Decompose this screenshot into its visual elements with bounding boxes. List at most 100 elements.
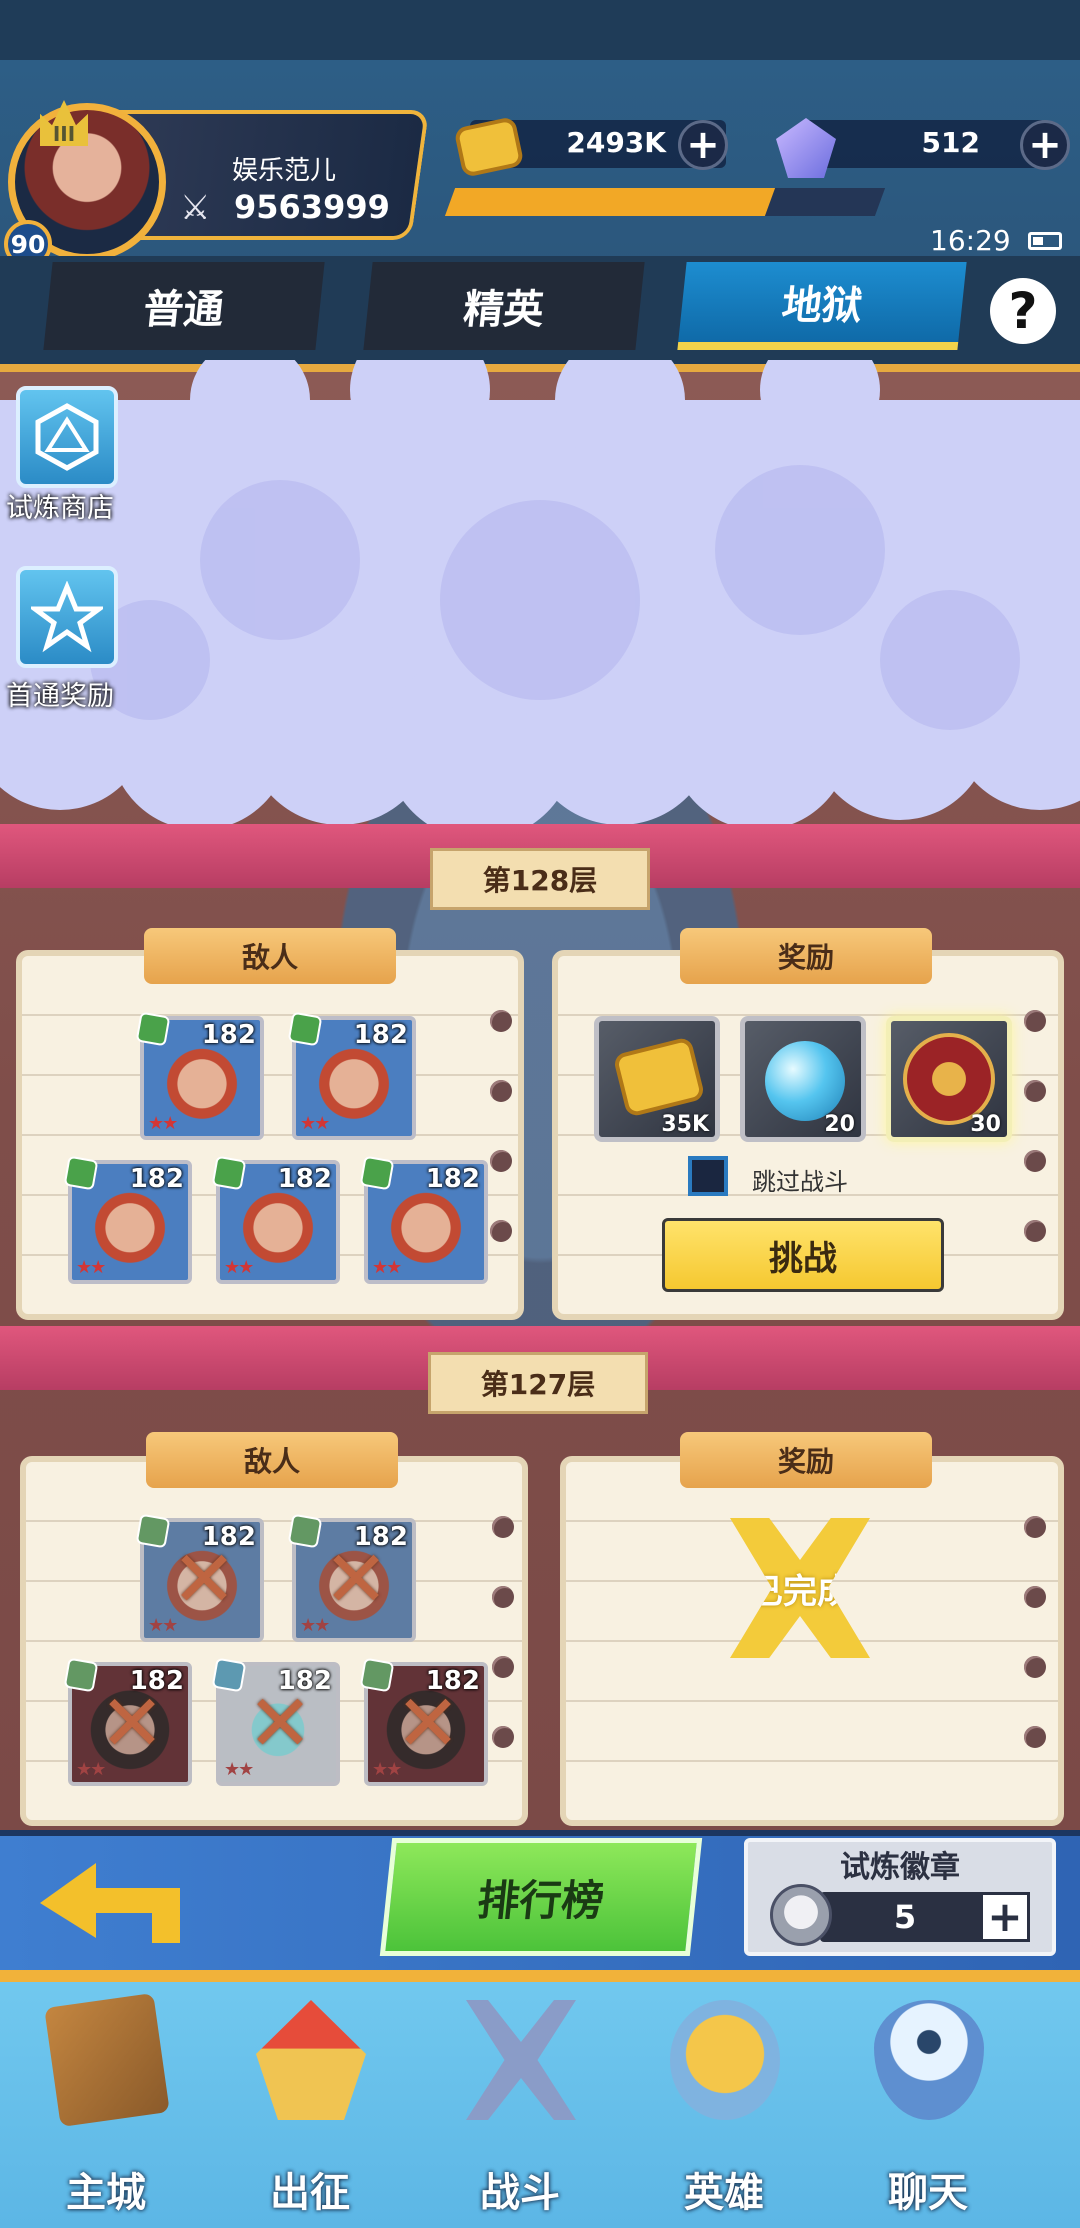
- tab-elite[interactable]: 精英: [363, 262, 645, 350]
- panel-rivet: [1024, 1150, 1046, 1172]
- trial-shop-label: 试炼商店: [6, 493, 114, 524]
- nav-label: 战斗: [480, 2170, 560, 2216]
- enemy-card-defeated[interactable]: 182 ★★ ✕: [63, 1657, 192, 1786]
- trial-badge-title: 试炼徽章: [840, 1850, 960, 1885]
- enemy-card[interactable]: 182 ★★: [287, 1011, 416, 1140]
- reward-count: 20: [824, 1112, 855, 1137]
- star-icon: [31, 581, 103, 653]
- enemy-level: 182: [277, 1164, 332, 1194]
- combat-power-value: 9563999: [234, 188, 390, 226]
- battery-icon: [1028, 232, 1062, 250]
- challenge-button[interactable]: 挑战: [662, 1218, 944, 1292]
- floor-128-label: 第128层: [430, 848, 650, 910]
- help-button[interactable]: ?: [990, 278, 1056, 344]
- tab-normal[interactable]: 普通: [43, 262, 325, 350]
- floor-127-enemy-tag: 敌人: [146, 1432, 398, 1488]
- faction-icon: [287, 1011, 323, 1047]
- nav-label: 聊天: [888, 2170, 968, 2216]
- crossed-swords-icon: [466, 2000, 576, 2120]
- panel-rivet: [1024, 1010, 1046, 1032]
- panel-rivet: [1024, 1516, 1046, 1538]
- enemy-card[interactable]: 182 ★★: [63, 1155, 192, 1284]
- panel-rivet: [1024, 1080, 1046, 1102]
- faction-icon: [63, 1155, 99, 1191]
- nav-label: 英雄: [684, 2170, 764, 2216]
- enemy-card[interactable]: 182 ★★: [359, 1155, 488, 1284]
- enemy-stars: ★★: [300, 1113, 330, 1134]
- faction-icon: [135, 1011, 171, 1047]
- skip-battle-label: 跳过战斗: [752, 1168, 848, 1196]
- nav-label: 出征: [270, 2170, 350, 2216]
- nav-main-city[interactable]: 主城: [6, 1990, 206, 2220]
- game-clock: 16:29: [930, 224, 1011, 257]
- city-book-icon: [44, 1992, 170, 2128]
- panel-rivet: [492, 1586, 514, 1608]
- add-trial-badge-button[interactable]: +: [980, 1892, 1030, 1942]
- enemy-card-defeated[interactable]: 182 ★★ ✕: [135, 1513, 264, 1642]
- tab-hell[interactable]: 地狱: [677, 262, 967, 350]
- enemy-card[interactable]: 182 ★★: [135, 1011, 264, 1140]
- nav-heroes[interactable]: 英雄: [624, 1990, 824, 2220]
- faction-icon: [211, 1155, 247, 1191]
- reward-crystal-orb-icon[interactable]: 20: [740, 1016, 866, 1142]
- enemy-level: 182: [201, 1020, 256, 1050]
- player-name: 娱乐范儿: [232, 156, 337, 186]
- panel-rivet: [490, 1220, 512, 1242]
- ship-icon: [256, 2000, 366, 2120]
- d20-icon: [35, 403, 99, 471]
- panel-rivet: [490, 1150, 512, 1172]
- enemy-card-defeated[interactable]: 182 ★★ ✕: [211, 1657, 340, 1786]
- add-gems-button[interactable]: +: [1020, 120, 1070, 170]
- nav-battle[interactable]: 战斗: [420, 1990, 620, 2220]
- crystal-orb-icon: [765, 1041, 845, 1121]
- reward-emblem-icon[interactable]: 30: [886, 1016, 1012, 1142]
- panel-rivet: [492, 1516, 514, 1538]
- gold-amount: 2493K: [566, 126, 666, 159]
- rankings-button[interactable]: 排行榜: [379, 1838, 703, 1956]
- panel-rivet: [490, 1080, 512, 1102]
- enemy-card-defeated[interactable]: 182 ★★ ✕: [359, 1657, 488, 1786]
- defeated-x-icon: ✕: [247, 1679, 313, 1769]
- back-button[interactable]: [40, 1848, 180, 1948]
- panel-rivet: [1024, 1586, 1046, 1608]
- first-clear-reward-button[interactable]: [16, 566, 118, 668]
- defeated-x-icon: ✕: [395, 1679, 461, 1769]
- defeated-x-icon: ✕: [323, 1535, 389, 1625]
- floor-128-enemy-tag: 敌人: [144, 928, 396, 984]
- nav-label: 主城: [66, 2170, 146, 2216]
- enemy-stars: ★★: [224, 1257, 254, 1278]
- rank-badge-label: III: [52, 122, 76, 146]
- enemy-card[interactable]: 182 ★★: [211, 1155, 340, 1284]
- player-level: 90: [10, 229, 46, 259]
- enemy-card-defeated[interactable]: 182 ★★ ✕: [287, 1513, 416, 1642]
- enemy-level: 182: [129, 1164, 184, 1194]
- experience-bar-fill: [444, 188, 776, 216]
- nav-chat[interactable]: 聊天: [828, 1990, 1028, 2220]
- trial-shop-button[interactable]: [16, 386, 118, 488]
- floor-128-reward-tag: 奖励: [680, 928, 932, 984]
- enemy-level: 182: [425, 1164, 480, 1194]
- enemy-stars: ★★: [76, 1257, 106, 1278]
- back-arrow-icon: [40, 1863, 180, 1943]
- hero-helmet-icon: [670, 2000, 780, 2120]
- floor-127-label: 第127层: [428, 1352, 648, 1414]
- skip-battle-checkbox[interactable]: [688, 1156, 728, 1196]
- panel-rivet: [492, 1726, 514, 1748]
- faction-icon: [359, 1155, 395, 1191]
- nav-separator: [0, 1970, 1080, 1982]
- trial-badge-count: 5: [893, 1898, 917, 1936]
- first-clear-reward-label: 首通奖励: [6, 681, 114, 712]
- fog-cloud-cover: [0, 360, 1080, 830]
- reward-count: 30: [970, 1112, 1001, 1137]
- panel-rivet: [490, 1010, 512, 1032]
- gold-coin-icon: [612, 1036, 706, 1118]
- enemy-stars: ★★: [148, 1113, 178, 1134]
- panel-rivet: [1024, 1220, 1046, 1242]
- reward-gold-coin-icon[interactable]: 35K: [594, 1016, 720, 1142]
- nav-expedition[interactable]: 出征: [210, 1990, 410, 2220]
- gem-amount: 512: [921, 126, 980, 159]
- chat-bubble-icon: [874, 2000, 984, 2120]
- enemy-stars: ★★: [372, 1257, 402, 1278]
- defeated-x-icon: ✕: [171, 1535, 237, 1625]
- add-gold-button[interactable]: +: [678, 120, 728, 170]
